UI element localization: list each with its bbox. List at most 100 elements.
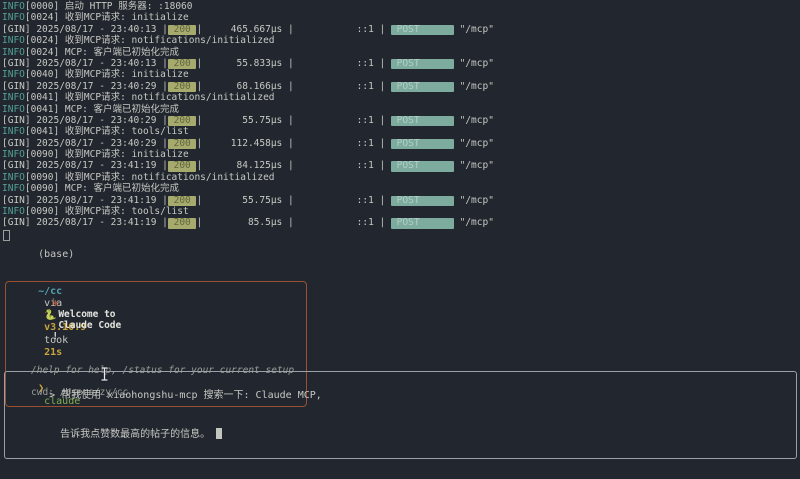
welcome-title-name: Claude Code: [58, 320, 121, 331]
request-path: "/mcp": [454, 115, 494, 126]
status-badge: 200: [168, 196, 197, 207]
status-badge: 200: [168, 218, 197, 229]
request-path: "/mcp": [454, 195, 494, 206]
gin-log-line: [GIN] 2025/08/17 - 23:40:29 | 200 | 68.1…: [2, 81, 494, 92]
gin-log-line: [GIN] 2025/08/17 - 23:40:13 | 200 | 55.8…: [2, 58, 494, 69]
info-log-line: INFO[0024] 收到MCP请求: initialize: [2, 12, 494, 23]
status-badge: 200: [168, 116, 197, 127]
input-text-line1: > 帮我使用 xiaohongshu-mcp 搜索一下: Claude MCP,: [13, 376, 788, 415]
info-log-line: INFO[0040] 收到MCP请求: initialize: [2, 69, 494, 80]
gin-latency-ip: | 465.667µs | ::1 |: [196, 24, 390, 35]
gin-latency-ip: | 68.166µs | ::1 |: [196, 81, 390, 92]
log-message: [0041] 收到MCP请求: notifications/initialize…: [25, 92, 275, 103]
gin-prefix: [GIN] 2025/08/17 - 23:41:19 |: [2, 160, 168, 171]
gin-latency-ip: | 85.5µs | ::1 |: [196, 217, 390, 228]
gin-log-line: [GIN] 2025/08/17 - 23:40:29 | 200 | 112.…: [2, 138, 494, 149]
log-level-tag: INFO: [2, 126, 25, 137]
method-badge: POST: [391, 25, 454, 36]
conda-env-label: (base): [38, 249, 74, 260]
log-level-tag: INFO: [2, 172, 25, 183]
sparkle-icon: ✻: [52, 298, 58, 309]
gin-latency-ip: | 55.75µs | ::1 |: [196, 195, 390, 206]
request-path: "/mcp": [454, 138, 494, 149]
status-badge: 200: [168, 82, 197, 93]
log-level-tag: INFO: [2, 47, 25, 58]
method-badge: POST: [391, 161, 454, 172]
info-log-line: INFO[0090] 收到MCP请求: initialize: [2, 149, 494, 160]
gin-prefix: [GIN] 2025/08/17 - 23:40:13 |: [2, 58, 168, 69]
input-text-part2: 告诉我点赞数最高的帖子的信息。: [60, 429, 210, 440]
log-message: [0090] 收到MCP请求: notifications/initialize…: [25, 172, 275, 183]
info-log-line: INFO[0041] MCP: 客户端已初始化完成: [2, 104, 494, 115]
request-path: "/mcp": [454, 217, 494, 228]
log-level-tag: INFO: [2, 206, 25, 217]
info-log-line: INFO[0041] 收到MCP请求: tools/list: [2, 126, 494, 137]
gin-prefix: [GIN] 2025/08/17 - 23:40:29 |: [2, 115, 168, 126]
log-message: [0040] 收到MCP请求: initialize: [25, 69, 189, 80]
gin-log-line: [GIN] 2025/08/17 - 23:40:29 | 200 | 55.7…: [2, 115, 494, 126]
gin-log-line: [GIN] 2025/08/17 - 23:41:19 | 200 | 55.7…: [2, 195, 494, 206]
method-badge: POST: [391, 59, 454, 70]
gin-prefix: [GIN] 2025/08/17 - 23:40:29 |: [2, 138, 168, 149]
status-badge: 200: [168, 25, 197, 36]
method-badge: POST: [391, 196, 454, 207]
method-badge: POST: [391, 82, 454, 93]
info-log-line: INFO[0041] 收到MCP请求: notifications/initia…: [2, 92, 494, 103]
status-badge: 200: [168, 59, 197, 70]
welcome-title-bang: !: [52, 331, 58, 342]
info-log-line: INFO[0090] 收到MCP请求: notifications/initia…: [2, 172, 494, 183]
log-message: [0041] MCP: 客户端已初始化完成: [25, 104, 179, 115]
prompt-input-box[interactable]: >帮我使用 xiaohongshu-mcp 搜索一下: Claude MCP, …: [4, 371, 797, 459]
info-log-line: INFO[0090] MCP: 客户端已初始化完成: [2, 183, 494, 194]
gin-latency-ip: | 84.125µs | ::1 |: [196, 160, 390, 171]
request-path: "/mcp": [454, 160, 494, 171]
gin-latency-ip: | 55.75µs | ::1 |: [196, 115, 390, 126]
log-message: [0090] 收到MCP请求: tools/list: [25, 206, 189, 217]
log-message: [0024] 收到MCP请求: notifications/initialize…: [25, 35, 275, 46]
log-level-tag: INFO: [2, 104, 25, 115]
info-log-line: INFO[0000] 启动 HTTP 服务器: :18060: [2, 1, 494, 12]
log-message: [0024] MCP: 客户端已初始化完成: [25, 47, 179, 58]
log-level-tag: INFO: [2, 1, 25, 12]
gin-log-line: [GIN] 2025/08/17 - 23:40:13 | 200 | 465.…: [2, 24, 494, 35]
gin-prefix: [GIN] 2025/08/17 - 23:40:29 |: [2, 81, 168, 92]
input-text-line2: 告诉我点赞数最高的帖子的信息。: [13, 415, 788, 454]
text-cursor-block: [216, 428, 222, 439]
input-prompt-symbol: >: [49, 390, 55, 401]
welcome-title-line: ✻ Welcome to Claude Code !: [18, 287, 294, 353]
request-path: "/mcp": [454, 58, 494, 69]
log-rows: INFO[0000] 启动 HTTP 服务器: :18060INFO[0024]…: [2, 1, 494, 229]
status-badge: 200: [168, 139, 197, 150]
gin-latency-ip: | 112.458µs | ::1 |: [196, 138, 390, 149]
log-message: [0090] MCP: 客户端已初始化完成: [25, 183, 179, 194]
server-log-pane: INFO[0000] 启动 HTTP 服务器: :18060INFO[0024]…: [2, 1, 494, 241]
gin-prefix: [GIN] 2025/08/17 - 23:40:13 |: [2, 24, 168, 35]
request-path: "/mcp": [454, 24, 494, 35]
status-badge: 200: [168, 161, 197, 172]
method-badge: POST: [391, 139, 454, 150]
gin-prefix: [GIN] 2025/08/17 - 23:41:19 |: [2, 217, 168, 228]
conda-env-line: (base): [2, 237, 86, 274]
log-level-tag: INFO: [2, 69, 25, 80]
info-log-line: INFO[0024] MCP: 客户端已初始化完成: [2, 47, 494, 58]
request-path: "/mcp": [454, 81, 494, 92]
log-level-tag: INFO: [2, 35, 25, 46]
log-message: [0090] 收到MCP请求: initialize: [25, 149, 189, 160]
gin-latency-ip: | 55.833µs | ::1 |: [196, 58, 390, 69]
gin-log-line: [GIN] 2025/08/17 - 23:41:19 | 200 | 84.1…: [2, 160, 494, 171]
info-log-line: INFO[0090] 收到MCP请求: tools/list: [2, 206, 494, 217]
input-text-part1: 帮我使用 xiaohongshu-mcp 搜索一下: Claude MCP,: [61, 390, 322, 401]
info-log-line: INFO[0024] 收到MCP请求: notifications/initia…: [2, 35, 494, 46]
method-badge: POST: [391, 116, 454, 127]
method-badge: POST: [391, 218, 454, 229]
log-message: [0024] 收到MCP请求: initialize: [25, 12, 189, 23]
log-message: [0000] 启动 HTTP 服务器: :18060: [25, 1, 193, 12]
ibeam-mouse-cursor: [100, 367, 109, 384]
gin-log-line: [GIN] 2025/08/17 - 23:41:19 | 200 | 85.5…: [2, 217, 494, 228]
log-level-tag: INFO: [2, 92, 25, 103]
gin-prefix: [GIN] 2025/08/17 - 23:41:19 |: [2, 195, 168, 206]
log-level-tag: INFO: [2, 12, 25, 23]
log-message: [0041] 收到MCP请求: tools/list: [25, 126, 189, 137]
welcome-title-prefix: Welcome to: [58, 309, 115, 320]
log-level-tag: INFO: [2, 149, 25, 160]
